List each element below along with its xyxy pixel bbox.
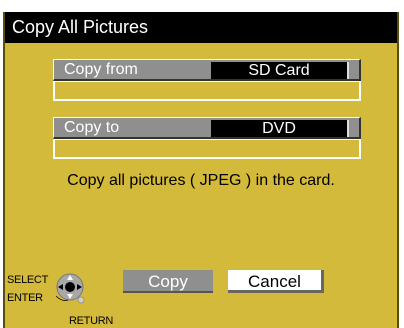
copy-from-row[interactable]: Copy from SD Card <box>53 59 361 81</box>
copy-from-label: Copy from <box>64 61 138 78</box>
enter-hint: ENTER <box>7 292 43 304</box>
cancel-button[interactable]: Cancel <box>228 270 324 293</box>
copy-button[interactable]: Copy <box>123 270 213 293</box>
copy-to-value[interactable]: DVD <box>211 120 349 137</box>
dialog-title: Copy All Pictures <box>5 12 397 43</box>
select-hint: SELECT <box>7 274 48 286</box>
copy-from-detail-box <box>53 81 361 101</box>
return-hint: RETURN <box>69 315 114 327</box>
copy-from-value[interactable]: SD Card <box>211 62 349 79</box>
copy-to-label: Copy to <box>64 119 120 136</box>
info-message: Copy all pictures ( JPEG ) in the card. <box>67 172 335 189</box>
copy-dialog: Copy All Pictures Copy from SD Card Copy… <box>3 12 399 328</box>
copy-to-detail-box <box>53 139 361 159</box>
remote-dpad-icon <box>55 273 85 304</box>
copy-to-row[interactable]: Copy to DVD <box>53 117 361 139</box>
